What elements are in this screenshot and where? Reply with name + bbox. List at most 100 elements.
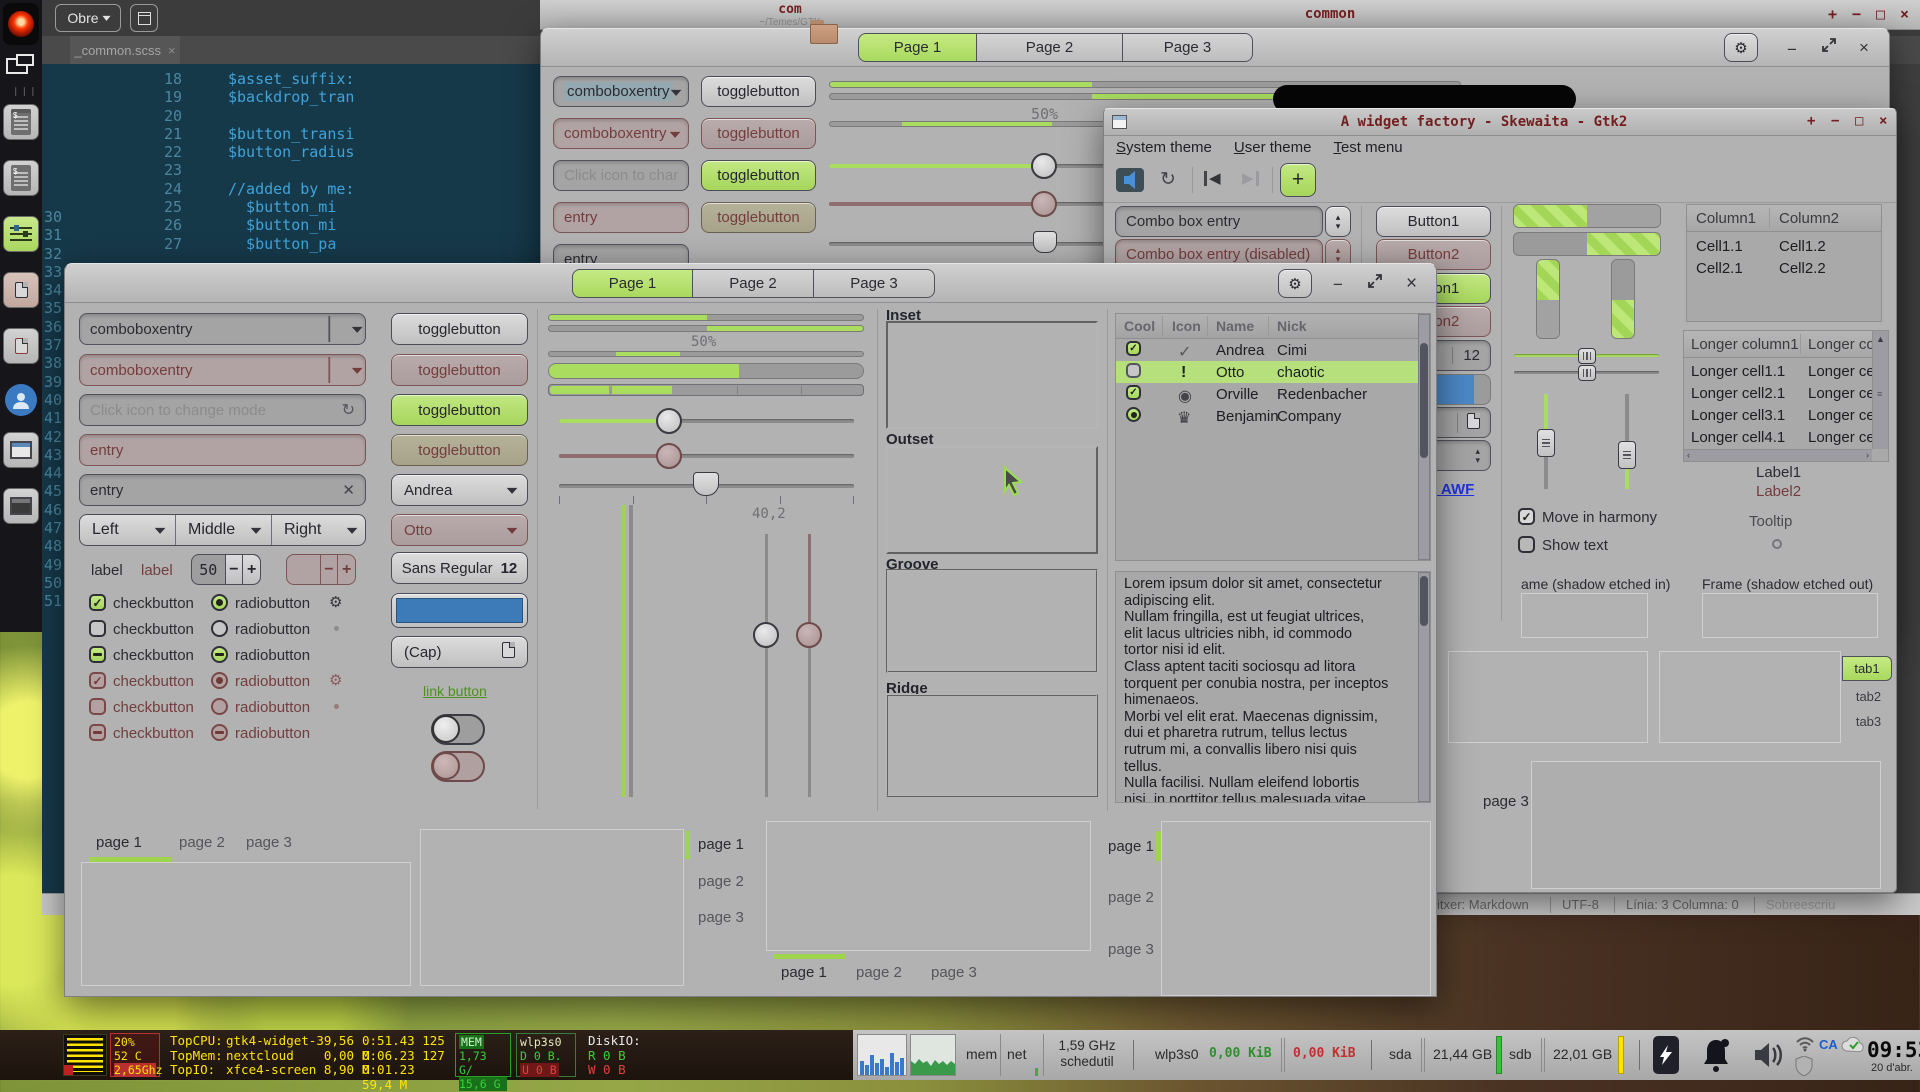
main-togglebutton-1[interactable]: togglebutton: [391, 313, 528, 345]
bgwin-tab-page3[interactable]: Page 3: [1123, 33, 1253, 62]
bgwin-icon-entry[interactable]: Click icon to change mode: [553, 160, 689, 191]
battery-icon[interactable]: [1653, 1036, 1679, 1074]
column-header-icon[interactable]: Icon: [1172, 318, 1201, 334]
gtk2-table1[interactable]: Column1 Column2 Cell1.1 Cell1.2 Cell2.1 …: [1686, 204, 1882, 322]
nb3-tab-page3[interactable]: page 3: [931, 964, 977, 981]
bgwin-gear-button[interactable]: ⚙: [1724, 33, 1758, 62]
main-color-button[interactable]: [391, 593, 528, 628]
nb3-tab-page1[interactable]: page 1: [781, 964, 827, 981]
bgwin-close-icon[interactable]: ×: [1859, 39, 1869, 56]
clock[interactable]: 09:53: [1867, 1038, 1920, 1062]
wifi-icon[interactable]: [1795, 1036, 1815, 1052]
main-tab-page1[interactable]: Page 1: [572, 269, 693, 298]
column-header[interactable]: Longer column1: [1691, 336, 1799, 353]
net-plugin-label[interactable]: net: [1007, 1046, 1026, 1062]
main-tab-page2[interactable]: Page 2: [693, 269, 814, 298]
main-font-button[interactable]: Sans Regular12: [391, 552, 528, 584]
dock-item-window-blue[interactable]: [3, 432, 39, 468]
sda-label[interactable]: sda: [1389, 1046, 1412, 1062]
refresh-icon[interactable]: ↻: [342, 400, 355, 420]
minimize-icon[interactable]: −: [1831, 113, 1839, 129]
scale-3-handle[interactable]: [693, 472, 719, 496]
checkbutton-unchecked[interactable]: [89, 620, 106, 637]
close-icon[interactable]: ×: [168, 43, 176, 58]
dock-item-doc-pink[interactable]: [3, 272, 39, 308]
row-checkbox-unchecked[interactable]: [1126, 363, 1141, 378]
table-cell[interactable]: Longer cel: [1808, 363, 1878, 380]
scroll-left-icon[interactable]: ‹: [1687, 450, 1690, 460]
column-header[interactable]: Column2: [1779, 210, 1839, 227]
gtk2-vscale-1-handle[interactable]: [1537, 429, 1555, 457]
table-cell[interactable]: Longer cell2.1: [1691, 385, 1785, 402]
gtk2-page3-tab[interactable]: page 3: [1483, 793, 1529, 810]
cloud-sync-icon[interactable]: [1841, 1035, 1865, 1053]
main-gear-button[interactable]: ⚙: [1278, 269, 1312, 298]
main-togglebutton-3[interactable]: togglebutton: [391, 394, 528, 426]
dock-item-user-account[interactable]: [5, 384, 37, 416]
dock-item-window-dark[interactable]: [3, 488, 39, 524]
column-header[interactable]: Longer col: [1808, 336, 1878, 353]
gtk2-hscale-1-handle[interactable]: [1578, 348, 1596, 364]
hal-eye-launcher[interactable]: [3, 3, 39, 45]
radiobutton-label[interactable]: radiobutton: [235, 647, 310, 664]
vertical-scrollbar[interactable]: ▲ ≡: [1872, 331, 1888, 449]
main-comboboxentry[interactable]: comboboxentry▾: [79, 313, 366, 345]
add-button[interactable]: +: [1280, 163, 1316, 197]
open-button[interactable]: Obre▾: [55, 4, 121, 32]
tree-row-orville[interactable]: ✓ ◉ Orville Redenbacher: [1116, 383, 1418, 405]
nb4-tab-page3[interactable]: page 3: [1108, 941, 1154, 958]
horizontal-scrollbar[interactable]: ‹ ›: [1684, 449, 1872, 461]
table-cell[interactable]: Longer cell1.1: [1691, 363, 1785, 380]
main-tab-page3[interactable]: Page 3: [814, 269, 935, 298]
checkbutton-label[interactable]: checkbutton: [113, 647, 194, 664]
bgwin-tab-page1[interactable]: Page 1: [858, 33, 977, 62]
bgwin-scale-1-handle[interactable]: [1031, 153, 1057, 179]
column-header-cool[interactable]: Cool: [1124, 318, 1155, 334]
row-radio-checked[interactable]: [1126, 407, 1141, 422]
sdb-label[interactable]: sdb: [1509, 1046, 1532, 1062]
dropdown-right[interactable]: Right▾: [272, 515, 367, 545]
new-document-icon[interactable]: [1457, 413, 1480, 433]
folder-icon[interactable]: [810, 20, 838, 44]
radiobutton-label[interactable]: radiobutton: [235, 621, 310, 638]
main-icon-entry[interactable]: Click icon to change mode↻: [79, 394, 366, 426]
table-cell[interactable]: Longer cel: [1808, 385, 1878, 402]
bgwin-togglebutton-3[interactable]: togglebutton: [701, 160, 816, 191]
table-cell[interactable]: Cell2.2: [1779, 260, 1826, 277]
scale-1[interactable]: [559, 419, 854, 423]
gtk2-side-tab3[interactable]: tab3: [1845, 710, 1892, 732]
pin-icon[interactable]: +: [1828, 5, 1837, 23]
table-cell[interactable]: Longer cel: [1808, 407, 1878, 424]
bgwin-restore-icon[interactable]: [1821, 37, 1837, 53]
nb4-tab-page1[interactable]: page 1: [1108, 838, 1154, 855]
dock-item-doc-report[interactable]: [3, 328, 39, 364]
nb2-tab-page1[interactable]: page 1: [698, 836, 744, 853]
main-combo-andrea[interactable]: Andrea▾: [391, 474, 528, 506]
clear-icon[interactable]: ✕: [342, 481, 355, 499]
main-restore-icon[interactable]: [1367, 273, 1383, 289]
lorem-text[interactable]: Lorem ipsum dolor sit amet, consectetur …: [1124, 576, 1410, 803]
editor-code[interactable]: $asset_suffix: $backdrop_tran $button_tr…: [228, 70, 354, 253]
menu-system-theme[interactable]: System theme: [1116, 139, 1212, 161]
nb1-tab-page2[interactable]: page 2: [179, 834, 225, 851]
scale-1-handle[interactable]: [656, 408, 682, 434]
dropdown-left[interactable]: Left▾: [80, 515, 176, 545]
dock-item-doc-invoice-2[interactable]: $: [3, 160, 39, 196]
gtk2-button1[interactable]: Button1: [1376, 206, 1491, 237]
refresh-icon[interactable]: ↻: [1160, 170, 1176, 189]
radiobutton-mixed[interactable]: [211, 646, 228, 663]
textview-scrollbar[interactable]: [1418, 572, 1430, 802]
scroll-grip-icon[interactable]: ≡: [1877, 389, 1882, 399]
cpu-freq-plugin[interactable]: 1,59 GHzschedutil: [1051, 1038, 1123, 1070]
dropdown-middle[interactable]: Middle▾: [176, 515, 272, 545]
scroll-right-icon[interactable]: ›: [1866, 450, 1869, 460]
dock-item-doc-invoice-1[interactable]: $: [3, 104, 39, 140]
dock-item-settings-active[interactable]: [3, 216, 39, 252]
bgwin-tab-page2[interactable]: Page 2: [977, 33, 1123, 62]
new-window-button[interactable]: [130, 4, 158, 32]
row-checkbox-checked[interactable]: ✓: [1126, 385, 1141, 400]
editor-tab[interactable]: _common.scss×: [70, 36, 180, 64]
gtk2-check-move-label[interactable]: Move in harmony: [1542, 509, 1657, 526]
radiobutton-label[interactable]: radiobutton: [235, 595, 310, 612]
column-header-nick[interactable]: Nick: [1277, 318, 1307, 334]
